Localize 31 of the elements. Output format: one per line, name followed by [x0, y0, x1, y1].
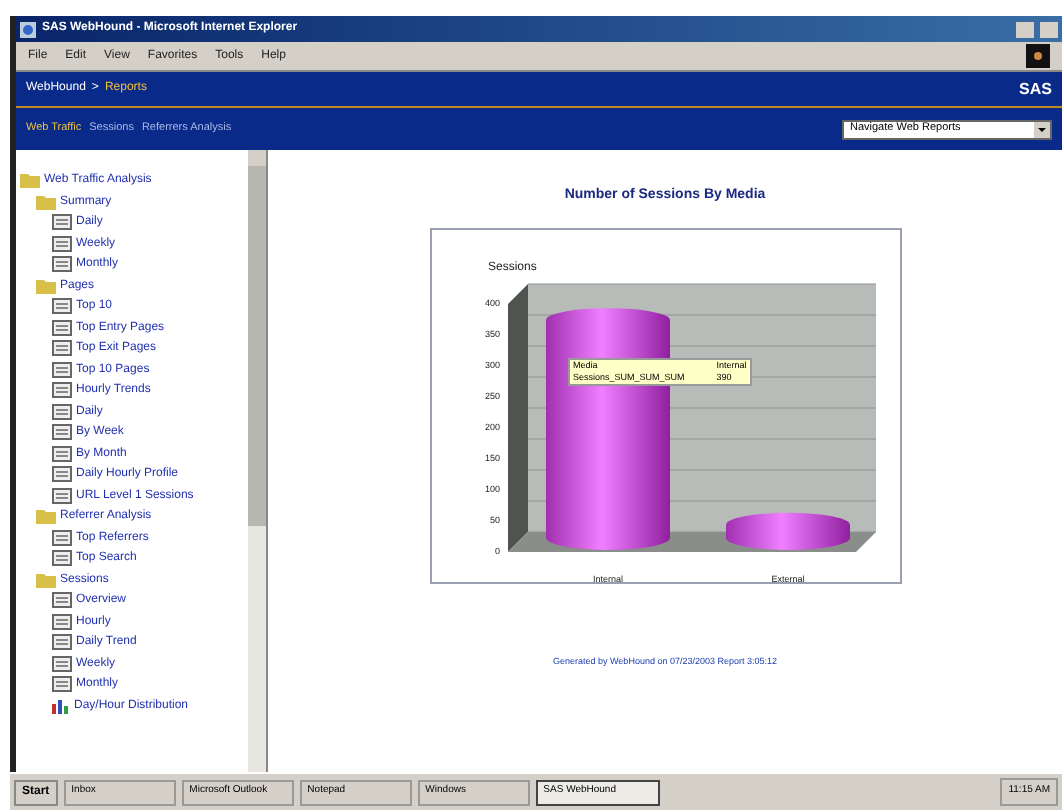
report-icon [52, 550, 72, 567]
scrollbar[interactable] [248, 150, 266, 772]
folder-icon [36, 277, 56, 294]
report-icon [52, 382, 72, 399]
report-icon [52, 487, 72, 504]
report-icon [52, 655, 72, 672]
logo: SAS [1019, 77, 1052, 101]
bar [725, 511, 849, 549]
chart-icon [52, 697, 70, 714]
report-icon [52, 466, 72, 483]
minimize-button[interactable] [1016, 21, 1034, 37]
report-icon [52, 424, 72, 441]
folder-icon [36, 508, 56, 525]
report-icon [52, 214, 72, 231]
report-icon [52, 592, 72, 609]
report-icon [52, 235, 72, 252]
dropdown-arrow-icon [1034, 121, 1050, 137]
report-icon [52, 319, 72, 336]
report-icon [52, 298, 72, 315]
report-icon [52, 340, 72, 357]
report-icon [52, 529, 72, 546]
report-icon [52, 445, 72, 462]
report-icon [52, 256, 72, 273]
report-icon [52, 403, 72, 420]
report-icon [52, 613, 72, 630]
browser-icon [20, 21, 36, 37]
report-icon [52, 676, 72, 693]
folder-icon [36, 571, 56, 588]
maximize-button[interactable] [1040, 21, 1058, 37]
report-icon [52, 361, 72, 378]
report-icon [52, 634, 72, 651]
